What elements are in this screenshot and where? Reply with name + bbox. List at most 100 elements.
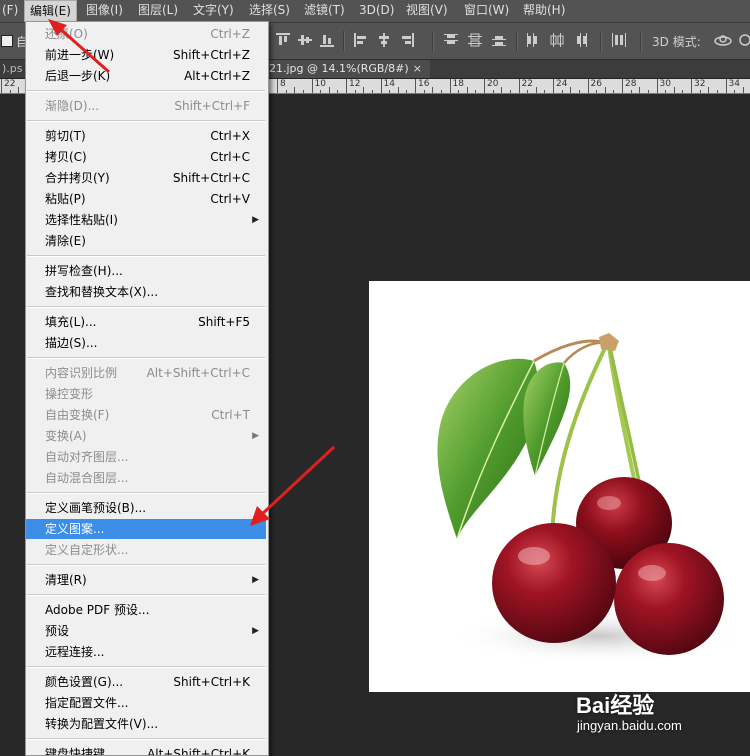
menu-item[interactable]: 预设 ▶ [26,621,266,641]
menu-item-shortcut: Ctrl+X [210,129,250,143]
distribute-right-icon[interactable] [574,33,588,47]
menu-item-label: 指定配置文件... [45,696,129,710]
menu-3d[interactable]: 3D(D) [354,0,399,22]
close-icon[interactable]: × [413,60,422,78]
auto-select-checkbox[interactable] [1,35,13,47]
menu-item-label: 后退一步(K) [45,69,111,83]
menu-window[interactable]: 窗口(W) [459,0,514,22]
menu-item-label: 前进一步(W) [45,48,115,62]
3d-roll-icon[interactable] [738,33,750,47]
menu-file[interactable]: (F) [0,0,23,22]
menu-image[interactable]: 图像(I) [81,0,128,22]
ruler-tick [346,79,347,93]
menu-item[interactable]: 渐隐(D)... Shift+Ctrl+F [26,96,266,116]
ruler-tick [587,79,589,93]
ruler-minor-tick [294,87,296,93]
ruler-label: 14 [383,79,395,89]
menu-item[interactable]: 变换(A) ▶ [26,426,266,446]
align-hcenter-icon[interactable] [377,33,391,47]
document-tab-active[interactable]: 21.jpg @ 14.1%(RGB/8#) × [265,60,430,78]
menu-view[interactable]: 视图(V) [401,0,453,22]
menu-separator [27,120,265,122]
menu-item[interactable]: 定义画笔预设(B)... [26,498,266,518]
menu-item-label: Adobe PDF 预设... [45,603,150,617]
ruler-minor-tick [285,90,287,93]
menu-item-shortcut: Ctrl+Z [210,27,250,41]
align-left-icon[interactable] [354,33,368,47]
menu-item[interactable]: 描边(S)... [26,333,266,353]
submenu-arrow-icon: ▶ [252,215,259,225]
menu-item[interactable]: 拼写检查(H)... [26,261,266,281]
menu-item-label: 定义画笔预设(B)... [45,501,147,515]
menu-item[interactable]: 前进一步(W) Shift+Ctrl+Z [26,45,266,65]
menu-item-shortcut: Alt+Ctrl+Z [184,69,250,83]
align-top-icon[interactable] [276,33,290,47]
menu-filter[interactable]: 滤镜(T) [299,0,350,22]
menu-help[interactable]: 帮助(H) [518,0,570,22]
menu-item[interactable]: 填充(L)... Shift+F5 [26,312,266,332]
menu-item[interactable]: Adobe PDF 预设... [26,600,266,620]
menu-item[interactable]: 键盘快捷键... Alt+Shift+Ctrl+K [26,744,266,755]
align-right-icon[interactable] [400,33,414,47]
menu-item[interactable]: 选择性粘贴(I) ▶ [26,210,266,230]
menu-item[interactable]: 自动混合图层... [26,468,266,488]
align-vcenter-icon[interactable] [298,33,312,47]
distribute-left-icon[interactable] [526,33,540,47]
ruler-minor-tick [354,90,356,93]
menu-item[interactable]: 操控变形 [26,384,266,404]
menu-item[interactable]: 内容识别比例 Alt+Shift+Ctrl+C [26,363,266,383]
menu-item[interactable]: 颜色设置(G)... Shift+Ctrl+K [26,672,266,692]
menu-separator [27,738,265,740]
menu-item[interactable]: 拷贝(C) Ctrl+C [26,147,266,167]
menu-item[interactable]: 后退一步(K) Alt+Ctrl+Z [26,66,266,86]
menu-layer[interactable]: 图层(L) [133,0,183,22]
watermark-url: jingyan.baidu.com [577,718,682,733]
menu-item[interactable]: 转换为配置文件(V)... [26,714,266,734]
ruler-minor-tick [639,87,641,93]
menu-item-label: 内容识别比例 [45,366,118,380]
menu-separator [27,306,265,308]
edit-menu-dropdown: 还原(O) Ctrl+Z 前进一步(W) Shift+Ctrl+Z 后退一步(K) Alt… [25,21,269,756]
ruler-label: 10 [314,79,326,89]
menu-item[interactable]: 指定配置文件... [26,693,266,713]
menu-item[interactable]: 自由变换(F) Ctrl+T [26,405,266,425]
menu-item[interactable]: 定义自定形状... [26,540,266,560]
menu-item[interactable]: 定义图案... [26,519,266,539]
ruler-minor-tick [302,90,304,93]
3d-orbit-icon[interactable] [713,33,733,47]
menu-separator [27,594,265,596]
auto-align-icon[interactable] [612,33,626,47]
menu-item-shortcut: Shift+F5 [198,315,250,329]
distribute-bottom-icon[interactable] [492,33,506,47]
document-tab-other[interactable]: ).ps [0,60,23,78]
align-bottom-icon[interactable] [320,33,334,47]
menu-item[interactable]: 查找和替换文本(X)... [26,282,266,302]
menu-item-label: 颜色设置(G)... [45,675,124,689]
distribute-hcenter-icon[interactable] [550,33,564,47]
distribute-vcenter-icon[interactable] [468,33,482,47]
menu-item-shortcut: Shift+Ctrl+C [172,171,250,185]
menu-item[interactable]: 剪切(T) Ctrl+X [26,126,266,146]
menu-type[interactable]: 文字(Y) [188,0,239,22]
menu-item[interactable]: 远程连接... [26,642,266,662]
distribute-top-icon[interactable] [444,33,458,47]
ruler-tick [553,79,554,93]
ruler-minor-tick [492,90,494,93]
ruler-minor-tick [665,90,667,93]
menu-item[interactable]: 清除(E) [26,231,266,251]
ruler-minor-tick [406,90,408,93]
menu-item[interactable]: 合并拷贝(Y) Shift+Ctrl+C [26,168,266,188]
ruler-tick [380,79,382,93]
menu-item[interactable]: 清理(R) ▶ [26,570,266,590]
menu-item[interactable]: 还原(O) Ctrl+Z [26,24,266,44]
ruler-minor-tick [682,90,684,93]
image-canvas[interactable] [369,281,750,692]
menu-select[interactable]: 选择(S) [244,0,295,22]
menu-item-label: 定义自定形状... [45,543,129,557]
menu-item-shortcut: Ctrl+V [210,192,250,206]
toolbar-separator [432,31,434,51]
ruler-minor-tick [389,90,391,93]
menu-item[interactable]: 自动对齐图层... [26,447,266,467]
menu-item[interactable]: 粘贴(P) Ctrl+V [26,189,266,209]
menu-edit[interactable]: 编辑(E) [24,0,77,22]
